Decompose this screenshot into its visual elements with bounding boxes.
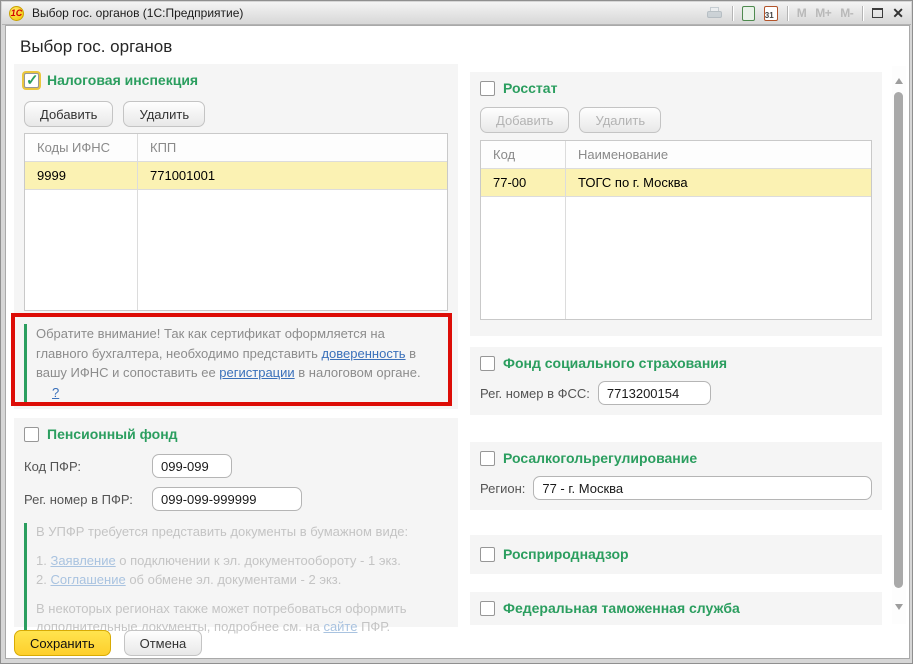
registration-link[interactable]: регистрации [219,365,294,380]
print-icon[interactable] [706,7,723,20]
rosstat-checkbox[interactable] [480,81,495,96]
section-federal-customs: Федеральная таможенная служба [470,592,882,625]
vertical-scrollbar[interactable] [892,66,906,624]
power-of-attorney-link[interactable]: доверенность [321,346,405,361]
toolbar-separator [787,6,788,21]
section-nature-supervision: Росприроднадзор [470,535,882,574]
notice-accent-bar [24,324,27,402]
section-alcohol-regulation: Росалкогольрегулирование Регион: 77 - г.… [470,442,882,510]
maximize-button[interactable] [872,8,883,18]
info-accent-bar [24,523,27,647]
close-button[interactable]: ✕ [892,7,904,19]
section-pension-fund: Пенсионный фонд Код ПФР: 099-099 Рег. но… [14,418,458,627]
tax-table-row[interactable]: 9999 771001001 [25,162,447,190]
customs-label: Федеральная таможенная служба [503,600,740,616]
tax-remove-button[interactable]: Удалить [123,101,205,127]
calculator-icon[interactable] [742,6,755,21]
page-title: Выбор гос. органов [20,37,172,57]
rosstat-table-empty-area [481,197,871,319]
scrollbar-thumb[interactable] [894,92,903,588]
region-input[interactable]: 77 - г. Москва [533,476,872,500]
pfr-info-item: об обмене эл. документами - 2 экз. [126,572,342,587]
alco-label: Росалкогольрегулирование [503,450,697,466]
notice-text: в налоговом органе. [295,365,421,380]
fss-label: Фонд социального страхования [503,355,727,371]
rosstat-label: Росстат [503,80,557,96]
nature-checkbox[interactable] [480,547,495,562]
memory-recall-button[interactable]: M [797,6,807,20]
pfr-info-item: о подключении к эл. документообороту - 1… [116,553,401,568]
fss-regnum-label: Рег. номер в ФСС: [480,386,590,401]
pfr-info-item: 2. [36,572,50,587]
fss-checkbox[interactable] [480,356,495,371]
tax-codes-table: Коды ИФНС КПП 9999 771001001 [24,133,448,311]
section-tax-inspection: Налоговая инспекция Добавить Удалить Код… [14,64,458,409]
save-button[interactable]: Сохранить [14,630,111,656]
tax-add-button[interactable]: Добавить [24,101,113,127]
pfr-code-input[interactable]: 099-099 [152,454,232,478]
pension-fund-label: Пенсионный фонд [47,426,178,442]
toolbar-separator [732,6,733,21]
tax-inspection-label: Налоговая инспекция [47,72,198,88]
pfr-regnum-label: Рег. номер в ПФР: [24,492,152,507]
pfr-info-item: 1. [36,553,50,568]
footer-buttons: Сохранить Отмена [14,630,202,656]
customs-checkbox[interactable] [480,601,495,616]
app-window: 1С Выбор гос. органов (1С:Предприятие) 3… [0,0,913,664]
calendar-icon[interactable]: 31 [764,6,778,21]
memory-plus-button[interactable]: M+ [815,6,831,20]
rosstat-table: Код Наименование 77-00 ТОГС по г. Москва [480,140,872,320]
pfr-info-outro: ПФР. [357,619,390,634]
fss-regnum-input[interactable]: 7713200154 [598,381,711,405]
tax-notice: Обратите внимание! Так как сертификат оф… [24,324,448,402]
region-label: Регион: [480,481,525,496]
memory-minus-button[interactable]: M- [840,6,853,20]
pfr-regnum-input[interactable]: 099-099-999999 [152,487,302,511]
application-link[interactable]: Заявление [50,553,115,568]
tax-table-header[interactable]: Коды ИФНС КПП [25,134,447,162]
section-rosstat: Росстат Добавить Удалить Код Наименовани… [470,72,882,336]
rosstat-table-header[interactable]: Код Наименование [481,141,871,169]
scroll-down-icon[interactable] [895,604,903,610]
window-title: Выбор гос. органов (1С:Предприятие) [32,6,698,20]
tax-table-empty-area [25,190,447,310]
help-link[interactable]: ? [52,385,59,400]
pfr-info-intro: В УПФР требуется представить документы в… [36,524,408,539]
scroll-up-icon[interactable] [895,78,903,84]
tax-inspection-checkbox[interactable] [24,73,39,88]
pfr-site-link[interactable]: сайте [323,619,357,634]
section-social-insurance: Фонд социального страхования Рег. номер … [470,347,882,415]
pension-fund-checkbox[interactable] [24,427,39,442]
title-bar: 1С Выбор гос. органов (1С:Предприятие) 3… [2,2,911,25]
agreement-link[interactable]: Соглашение [50,572,125,587]
1c-logo-icon: 1С [9,6,24,21]
rosstat-table-row[interactable]: 77-00 ТОГС по г. Москва [481,169,871,197]
rosstat-remove-button[interactable]: Удалить [579,107,661,133]
rosstat-add-button[interactable]: Добавить [480,107,569,133]
pfr-code-label: Код ПФР: [24,459,152,474]
toolbar-separator [862,6,863,21]
form-client-area: Выбор гос. органов Налоговая инспекция Д… [5,25,910,659]
alco-checkbox[interactable] [480,451,495,466]
nature-label: Росприроднадзор [503,546,629,562]
cancel-button[interactable]: Отмена [124,630,203,656]
